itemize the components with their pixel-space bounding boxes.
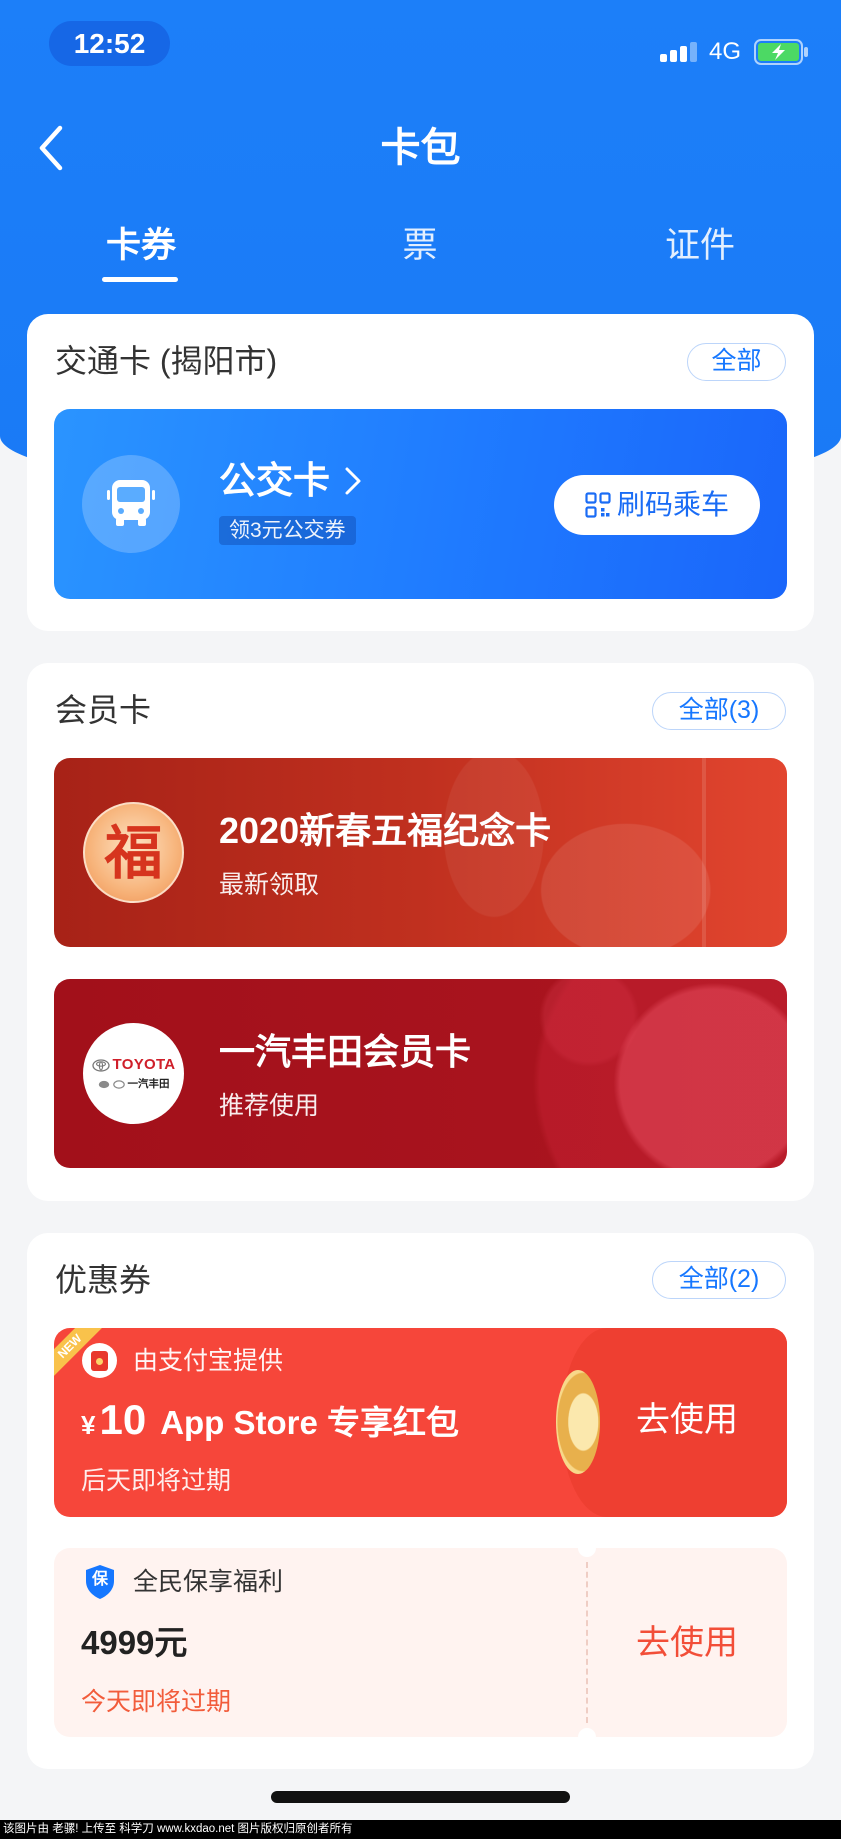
coupon-notch: [578, 1728, 596, 1737]
member-card-toyota[interactable]: TOYOTA 一汽丰田 一汽丰田会员卡 推荐使用: [54, 979, 787, 1168]
member-card-name: 一汽丰田会员卡: [219, 1031, 472, 1072]
coupon-currency: ¥: [81, 1410, 96, 1440]
member-card-name: 2020新春五福纪念卡: [219, 810, 552, 851]
fu-logo: 福: [83, 802, 184, 903]
bus-card[interactable]: 公交卡 领3元公交券 刷码乘车: [54, 409, 787, 599]
coupon-provider: 由支付宝提供: [133, 1347, 284, 1375]
view-all-button[interactable]: 全部(2): [652, 1261, 786, 1299]
use-coupon-button[interactable]: 去使用: [587, 1622, 787, 1664]
home-indicator[interactable]: [271, 1791, 570, 1803]
bus-icon-circle: [82, 455, 180, 553]
section-title: 优惠券: [55, 1262, 152, 1298]
toyota-emblem-icon: [98, 1080, 109, 1088]
section-title: 交通卡 (揭阳市): [55, 343, 278, 379]
use-coupon-button[interactable]: 去使用: [587, 1399, 787, 1441]
active-tab-indicator: [102, 277, 178, 282]
transit-card-section: 交通卡 (揭阳市) 全部 公交卡 领3元公交券 刷码乘车: [27, 314, 814, 631]
tab-ids[interactable]: 证件: [640, 222, 760, 270]
member-card-section: 会员卡 全部(3) 福 2020新春五福纪念卡 最新领取 TOYOTA 一汽丰田…: [27, 663, 814, 1201]
watermark-text: 该图片由 老骡! 上传至 科学刀 www.kxdao.net 图片版权归原创者所…: [0, 1820, 841, 1839]
toyota-sub-text: 一汽丰田: [127, 1078, 170, 1090]
toyota-emblem-icon: [91, 1058, 110, 1072]
toyota-brand-text: TOYOTA: [112, 1056, 176, 1073]
page-title: 卡包: [380, 126, 461, 170]
view-all-button[interactable]: 全部: [687, 343, 786, 381]
coupon-notch: [578, 1548, 596, 1557]
promo-tag[interactable]: 领3元公交券: [219, 516, 356, 545]
bus-card-title-row[interactable]: 公交卡: [219, 458, 362, 504]
tab-cards[interactable]: 卡券: [81, 222, 201, 270]
toyota-logo: TOYOTA 一汽丰田: [83, 1023, 184, 1124]
coupon-expiry: 今天即将过期: [81, 1688, 232, 1716]
battery-charging-icon: [754, 39, 808, 65]
coupon-value-row: ¥ 10 App Store 专享红包: [81, 1394, 459, 1446]
tab-tickets[interactable]: 票: [360, 222, 480, 270]
coupon-name: App Store 专享红包: [160, 1404, 460, 1441]
qr-code-icon: [585, 492, 611, 518]
coupon-section: 优惠券 全部(2) NEW 由支付宝提供 ¥ 10 App Store 专享红包…: [27, 1233, 814, 1769]
red-envelope-icon: [82, 1343, 117, 1378]
member-card-fu[interactable]: 福 2020新春五福纪念卡 最新领取: [54, 758, 787, 947]
shield-icon: 保: [84, 1564, 116, 1600]
network-type: 4G: [709, 38, 742, 65]
bus-card-name: 公交卡: [219, 460, 330, 501]
member-card-subtitle: 最新领取: [219, 871, 320, 899]
scan-to-ride-button[interactable]: 刷码乘车: [554, 475, 760, 535]
fu-logo-char: 福: [104, 818, 163, 887]
coupon-insurance[interactable]: 保 全民保享福利 4999元 今天即将过期 去使用: [54, 1548, 787, 1737]
signal-bars-icon: [660, 42, 700, 62]
shield-icon-char: 保: [91, 1571, 108, 1588]
scan-to-ride-label: 刷码乘车: [616, 489, 729, 520]
coupon-amount: 10: [99, 1396, 147, 1443]
coupon-app-store[interactable]: NEW 由支付宝提供 ¥ 10 App Store 专享红包 后天即将过期 去使…: [54, 1328, 787, 1517]
member-card-subtitle: 推荐使用: [219, 1092, 320, 1120]
section-title: 会员卡: [55, 692, 152, 728]
bus-icon: [107, 480, 155, 526]
coupon-amount: 4999元: [81, 1624, 188, 1661]
status-time: 12:52: [49, 21, 170, 66]
faw-emblem-icon: [112, 1079, 125, 1089]
chevron-right-icon: [345, 467, 361, 495]
card-decoration: [702, 758, 706, 947]
view-all-button[interactable]: 全部(3): [652, 692, 786, 730]
coupon-provider: 全民保享福利: [133, 1568, 284, 1596]
coupon-expiry: 后天即将过期: [81, 1467, 232, 1495]
